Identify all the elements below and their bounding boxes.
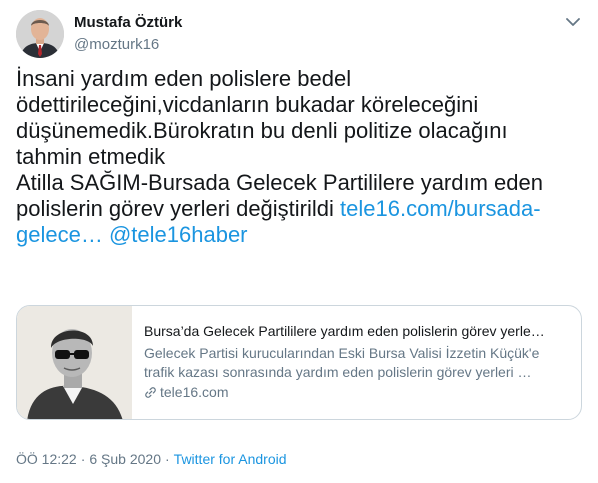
card-description-line: trafik kazası sonrasında yardım eden pol… [144,364,532,380]
author-handle[interactable]: @mozturk16 [74,36,159,53]
tweet-text-line: gelece… @tele16haber [16,222,582,248]
author-name[interactable]: Mustafa Öztürk [74,14,182,31]
tweet-text-line: polislerin görev yerleri değiştirildi te… [16,196,582,222]
avatar[interactable] [16,10,64,58]
meta-separator: · [80,451,86,467]
link-icon [144,386,157,399]
tweet-text-line: tahmin etmedik [16,144,166,169]
card-domain: tele16.com [144,383,572,402]
tweet-link[interactable]: tele16.com/bursada- [340,196,541,221]
card-description: Gelecek Partisi kurucularından Eski Burs… [144,344,572,382]
chevron-down-icon [566,14,580,32]
mention-link[interactable]: @tele16haber [109,222,248,247]
card-description-line: Gelecek Partisi kurucularından Eski Burs… [144,345,540,361]
tweet-text-line: ödettirileceğini,vicdanların bukadar kör… [16,92,479,117]
meta-separator: · [165,451,170,467]
tweet: Mustafa Öztürk @mozturk16 İnsani yardım … [0,0,598,483]
tweet-options-button[interactable] [562,12,584,34]
tweet-text: İnsani yardım eden polislere bedel ödett… [16,66,582,248]
link-preview-card[interactable]: Bursa’da Gelecek Partililere yardım eden… [16,305,582,420]
tweet-link-continued[interactable]: gelece… [16,222,103,247]
tweet-text-line: düşünemedik.Bürokratın bu denli politize… [16,118,508,143]
tweet-source[interactable]: Twitter for Android [174,451,287,467]
card-title: Bursa’da Gelecek Partililere yardım eden… [144,323,545,339]
card-body: Bursa’da Gelecek Partililere yardım eden… [144,322,572,402]
tweet-text-line: Atilla SAĞIM-Bursada Gelecek Partililere… [16,170,543,195]
card-thumbnail [17,306,132,419]
tweet-meta: ÖÖ 12:22 · 6 Şub 2020 · Twitter for Android [16,451,287,467]
card-domain-text: tele16.com [160,384,229,400]
tweet-text-segment: polislerin görev yerleri değiştirildi [16,196,334,221]
tweet-time[interactable]: ÖÖ 12:22 [16,451,77,467]
tweet-text-line: İnsani yardım eden polislere bedel [16,66,352,91]
tweet-date[interactable]: 6 Şub 2020 [89,451,161,467]
